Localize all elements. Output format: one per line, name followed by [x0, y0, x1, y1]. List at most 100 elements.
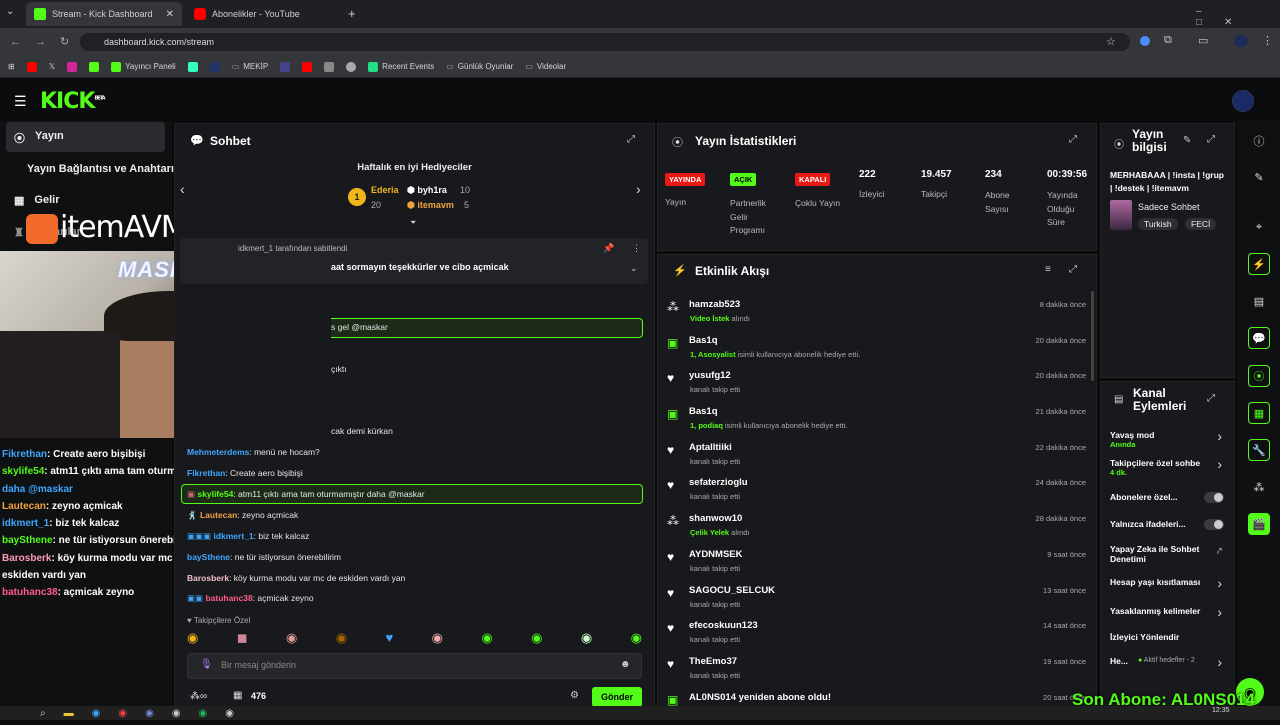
nav-item-gelir[interactable]: ▦ Gelir — [14, 194, 59, 207]
activity-event[interactable]: ⁂ shanwow10 Çelik Yelek alındı 28 dakika ön… — [665, 511, 1090, 547]
panel-rail-icon[interactable]: ▦ — [1248, 402, 1270, 424]
activity-scrollbar[interactable] — [1091, 291, 1094, 381]
emote[interactable]: ♥ — [385, 630, 393, 646]
menu-kebab-icon[interactable]: ⋮ — [1262, 34, 1273, 47]
gifters-prev-icon[interactable]: ‹ — [180, 181, 185, 197]
edit-icon[interactable]: ✎ — [1183, 135, 1191, 146]
pin-icon[interactable]: 📌 — [603, 243, 614, 254]
sidepanel-icon[interactable]: ▭ — [1198, 34, 1208, 47]
bookmark-misc4[interactable] — [302, 61, 313, 72]
bookmark-x[interactable]: 𝕏 — [49, 62, 55, 71]
chevron-right-icon[interactable]: › — [1217, 456, 1222, 472]
toggle-switch[interactable] — [1204, 492, 1224, 503]
dots-rail-icon[interactable]: ⁂ — [1248, 476, 1270, 498]
emote[interactable]: ◉ — [481, 630, 492, 646]
channel-action-item[interactable]: He... ● Aktif hedefler - 2 › — [1110, 654, 1228, 682]
wrench-rail-icon[interactable]: 🔧 — [1248, 439, 1270, 461]
broadcast-rail-icon[interactable]: ⦿ — [1248, 365, 1270, 387]
emote[interactable]: ◉ — [631, 630, 642, 646]
external-link-icon[interactable]: ⤤ — [1217, 546, 1222, 557]
search-icon[interactable]: ⌕ — [40, 708, 46, 719]
pinned-menu-icon[interactable]: ⋮ — [632, 243, 641, 254]
bookmark-recent-events[interactable]: Recent Events — [368, 61, 434, 72]
gifter-name[interactable]: Ederia — [371, 185, 399, 195]
edge-icon[interactable]: ◉ — [92, 708, 101, 719]
bookmark-youtube[interactable] — [26, 61, 37, 72]
bookmark-gunluk-oyunlar[interactable]: ▭ Günlük Oyunlar — [446, 62, 513, 71]
channel-action-item[interactable]: Yavaş mod Anında › — [1110, 428, 1228, 458]
pinned-expand-icon[interactable]: ⌄ — [630, 263, 638, 274]
extension-icon[interactable] — [1140, 36, 1150, 46]
apps-icon[interactable]: ⊞ — [8, 62, 15, 71]
mic-icon[interactable]: 🎙 — [200, 659, 213, 670]
bookmark-misc[interactable] — [187, 61, 198, 72]
activity-event[interactable]: ▣ Bas1q 1, podiaq isimli kullanıcıya abone… — [665, 404, 1090, 440]
activity-event[interactable]: ♥ SAGOCU_SELCUK kanalı takip etti 13 saat ö… — [665, 583, 1090, 619]
activity-event[interactable]: ♥ yusufg12 kanalı takip etti 20 dakika önce — [665, 368, 1090, 404]
channel-action-item[interactable]: Takipçilere özel sohbe 4 dk. › — [1110, 456, 1228, 492]
channel-action-item[interactable]: Yalnızca ifadeleri... — [1110, 519, 1228, 544]
emote[interactable]: ◉ — [286, 630, 297, 646]
bookmark-star-icon[interactable]: ☆ — [1106, 35, 1116, 48]
toggle-switch[interactable] — [1204, 519, 1224, 530]
url-bar[interactable]: dashboard.kick.com/stream — [80, 33, 1130, 51]
chevron-right-icon[interactable]: › — [1217, 575, 1222, 591]
bookmark-misc6[interactable] — [346, 61, 357, 72]
gifter-name[interactable]: ⬢ itemavm — [407, 200, 454, 211]
nav-item-yayin[interactable]: ⦿ Yayın — [14, 130, 64, 146]
channel-action-item[interactable]: İzleyici Yönlendir — [1110, 632, 1228, 656]
channel-action-item[interactable]: Hesap yaşı kısıtlaması › — [1110, 575, 1228, 606]
emote[interactable]: ◉ — [336, 630, 347, 646]
bookmark-kick[interactable] — [89, 61, 100, 72]
filter-icon[interactable]: ≡ — [1045, 264, 1051, 275]
emote[interactable]: ◉ — [581, 630, 592, 646]
gifter-name[interactable]: ⬢ byh1ra — [407, 185, 447, 196]
tab-youtube[interactable]: Abonelikler - YouTube — [186, 2, 342, 26]
discord-icon[interactable]: ◉ — [145, 708, 154, 719]
popout-stats-icon[interactable]: ⤢ — [1069, 134, 1077, 145]
spotify-icon[interactable]: ◉ — [199, 708, 208, 719]
emoji-icon[interactable]: ☻ — [620, 659, 631, 670]
profile-avatar[interactable] — [1234, 35, 1248, 47]
activity-event[interactable]: ▣ Bas1q 1, Asosyalist isimli kullanıcıya a… — [665, 333, 1090, 369]
popout-channel-icon[interactable]: ⤢ — [1207, 393, 1215, 404]
chat-rail-icon[interactable]: 💬 — [1248, 327, 1270, 349]
store-icon[interactable]: ▦ — [233, 690, 242, 701]
document-icon[interactable]: ▤ — [1248, 290, 1270, 312]
chat-settings-icon[interactable]: ⚙ — [570, 690, 579, 701]
expand-gifters-icon[interactable]: ⏷ — [410, 218, 416, 228]
emote[interactable]: ◼ — [237, 630, 248, 646]
kick-logo[interactable]: KICKBETA — [40, 89, 106, 114]
activity-event[interactable]: ⁂ hamzab523 Video İstek alındı 8 dakika önc… — [665, 297, 1090, 333]
tab-list-icon[interactable]: ⌄ — [6, 6, 14, 17]
activity-event[interactable]: ♥ TheEmo37 kanalı takip etti 19 saat önce — [665, 654, 1090, 690]
category-name[interactable]: Sadece Sohbet — [1138, 202, 1200, 212]
popout-info-icon[interactable]: ⤢ — [1207, 134, 1215, 145]
emote[interactable]: ◉ — [187, 630, 198, 646]
chevron-right-icon[interactable]: › — [1217, 604, 1222, 620]
channel-action-item[interactable]: Yapay Zeka ile Sohbet Denetimi ⤤ — [1110, 544, 1228, 577]
channel-action-item[interactable]: Abonelere özel... — [1110, 492, 1228, 519]
chrome-icon[interactable]: ◉ — [118, 708, 127, 719]
bookmark-misc3[interactable] — [280, 61, 291, 72]
emote[interactable]: ◉ — [432, 630, 443, 646]
folder-icon[interactable]: ▬ — [64, 708, 74, 719]
bookmark-videolar[interactable]: ▭ Videolar — [525, 62, 566, 71]
activity-event[interactable]: ♥ sefaterzioglu kanalı takip etti 24 dakika… — [665, 475, 1090, 511]
close-tab-icon[interactable]: ✕ — [166, 9, 174, 20]
activity-event[interactable]: ♥ Aptalltiiki kanalı takip etti 22 dakika ö… — [665, 440, 1090, 476]
activity-event[interactable]: ♥ AYDNMSEK kanalı takip etti 9 saat önce — [665, 547, 1090, 583]
gifters-next-icon[interactable]: › — [636, 181, 641, 197]
screen-icon[interactable]: ⌖ — [1248, 216, 1270, 238]
user-avatar[interactable] — [1232, 90, 1254, 112]
send-button[interactable]: Gönder — [592, 687, 642, 707]
tab-kick-dashboard[interactable]: Stream - Kick Dashboard ✕ — [26, 2, 182, 26]
clapper-rail-icon[interactable]: 🎬 — [1248, 513, 1270, 535]
info-icon[interactable]: ⓘ — [1248, 130, 1270, 152]
activity-event[interactable]: ♥ efecoskuun123 kanalı takip etti 14 saat ö… — [665, 618, 1090, 654]
bookmark-misc2[interactable] — [209, 61, 220, 72]
chevron-right-icon[interactable]: › — [1217, 654, 1222, 670]
bookmark-yayinci-paneli[interactable]: Yayıncı Paneli — [111, 61, 176, 72]
lightning-rail-icon[interactable]: ⚡ — [1248, 253, 1270, 275]
puzzle-icon[interactable]: ⧉ — [1164, 34, 1172, 47]
